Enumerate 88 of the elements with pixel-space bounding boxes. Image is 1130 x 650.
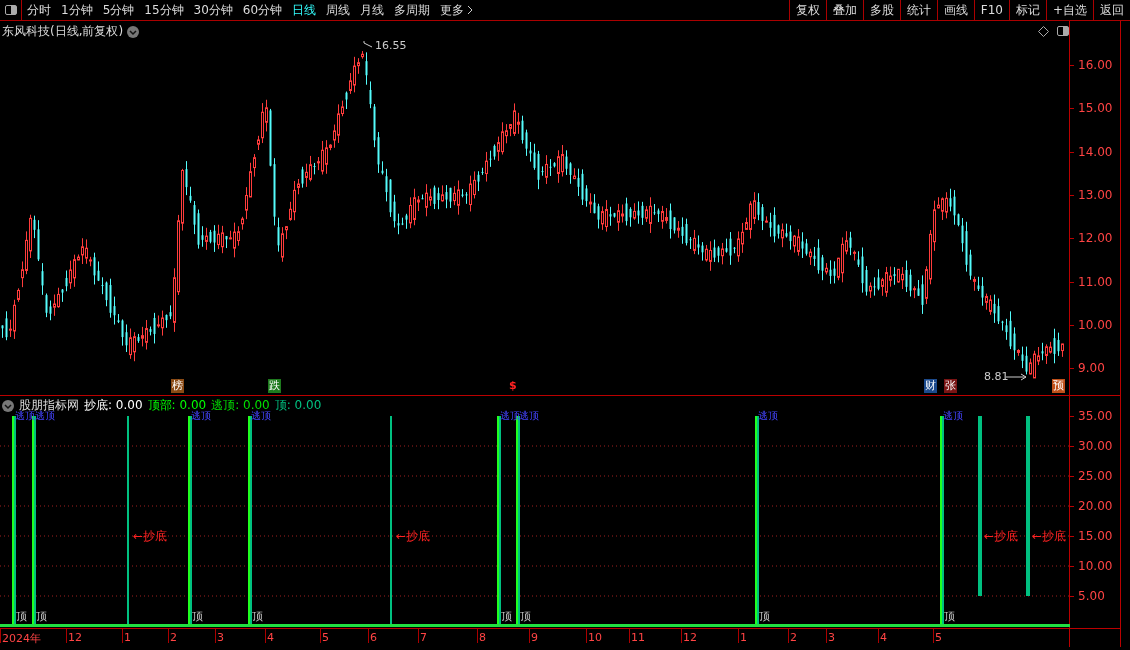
event-tag[interactable]: 财 (924, 379, 937, 393)
chart-title: 东风科技(日线,前复权) (2, 23, 124, 40)
signal-label: 顶 (501, 610, 512, 623)
axis-label: 9.00 (1078, 361, 1105, 376)
axis-label: 35.00 (1078, 409, 1113, 423)
signal-note: 逃顶 (191, 410, 211, 422)
axis-label: 15.00 (1078, 101, 1113, 116)
period-tab[interactable]: 分时 (22, 1, 56, 19)
date-label: 4 (267, 631, 274, 644)
period-tab[interactable]: 更多 (435, 1, 480, 19)
high-price-label: 16.55 (375, 39, 407, 52)
date-label: 3 (828, 631, 835, 644)
signal-label: ←抄底 (984, 528, 1019, 545)
date-label: 5 (322, 631, 329, 644)
axis-label: 30.00 (1078, 439, 1113, 453)
date-label: 8 (479, 631, 486, 644)
period-tab[interactable]: 15分钟 (139, 1, 189, 19)
date-label: 1 (124, 631, 131, 644)
signal-note: 逃顶 (35, 410, 55, 422)
period-tab[interactable]: 60分钟 (237, 1, 288, 19)
event-tag[interactable]: 跌 (268, 379, 281, 393)
event-tag[interactable]: 榜 (171, 379, 184, 393)
signal-label: 顶 (192, 610, 203, 623)
date-label: 9 (531, 631, 538, 644)
date-label: 7 (420, 631, 427, 644)
axis-label: 13.00 (1078, 187, 1113, 202)
toolbar-button[interactable]: 返回 (1093, 0, 1130, 20)
signal-label: ←抄底 (396, 528, 431, 545)
event-tag[interactable]: $ (508, 379, 518, 393)
signal-note: 逃顶 (15, 410, 35, 422)
toolbar-button[interactable]: 复权 (788, 0, 826, 20)
date-label: 12 (683, 631, 697, 644)
signal-label: ←抄底 (133, 528, 168, 545)
date-label: 2 (790, 631, 797, 644)
date-label: 2 (170, 631, 177, 644)
period-tab[interactable]: 5分钟 (97, 1, 140, 19)
period-tab[interactable]: 1分钟 (56, 1, 98, 19)
signal-note: 逃顶 (519, 410, 539, 422)
axis-label: 25.00 (1078, 469, 1113, 483)
toolbar-button[interactable]: 标记 (1008, 0, 1046, 20)
event-tag[interactable]: 张 (944, 379, 957, 393)
date-label: 11 (631, 631, 645, 644)
period-tab[interactable]: 日线 (287, 1, 322, 19)
toolbar-button[interactable]: +自选 (1045, 0, 1093, 20)
date-label: 3 (217, 631, 224, 644)
toolbar-button[interactable]: 多股 (862, 0, 900, 20)
signal-label: 顶 (520, 610, 531, 623)
signal-note: 逃顶 (758, 410, 778, 422)
signal-label: ←抄底 (1032, 528, 1067, 545)
date-label: 6 (370, 631, 377, 644)
signal-note: 逃顶 (943, 410, 963, 422)
indicator-reading: 逃顶: 0.00 (211, 397, 270, 412)
indicator-reading: 顶: 0.00 (274, 397, 322, 414)
indicator-name: 股朋指标网 (19, 397, 79, 412)
toolbar-button[interactable]: F10 (973, 0, 1009, 20)
axis-label: 11.00 (1078, 274, 1113, 289)
date-label: 5 (935, 631, 942, 644)
period-tab[interactable]: 30分钟 (188, 1, 238, 19)
signal-label: 顶 (759, 610, 770, 623)
axis-label: 14.00 (1078, 144, 1113, 159)
axis-label: 16.00 (1078, 58, 1113, 72)
axis-label: 5.00 (1078, 589, 1105, 603)
period-tab[interactable]: 月线 (355, 1, 390, 19)
signal-label: 顶 (252, 610, 263, 623)
signal-note: 逃顶 (500, 410, 520, 422)
signal-label: 顶 (944, 610, 955, 623)
date-label: 1 (740, 631, 747, 644)
toolbar-button[interactable]: 画线 (936, 0, 974, 20)
signal-label: 顶 (36, 610, 47, 623)
event-tag[interactable]: 预 (1052, 379, 1065, 393)
period-tab[interactable]: 多周期 (389, 1, 436, 19)
indicator-reading: 抄底: 0.00 (84, 397, 143, 414)
axis-label: 10.00 (1078, 317, 1113, 332)
period-tab[interactable]: 周线 (321, 1, 356, 19)
toolbar-button[interactable]: 统计 (899, 0, 937, 20)
axis-label: 20.00 (1078, 499, 1113, 513)
axis-label: 10.00 (1078, 559, 1113, 573)
indicator-reading: 顶部: 0.00 (147, 397, 207, 412)
date-label: 4 (880, 631, 887, 644)
date-label: 10 (588, 631, 602, 644)
date-label: 2024年 (2, 631, 41, 646)
date-label: 12 (68, 631, 82, 644)
signal-note: 逃顶 (251, 410, 271, 422)
low-price-label: 8.81 (984, 370, 1009, 383)
axis-label: 12.00 (1078, 231, 1113, 246)
signal-label: 顶 (16, 610, 27, 623)
axis-label: 15.00 (1078, 529, 1113, 543)
toolbar-button[interactable]: 叠加 (825, 0, 863, 20)
